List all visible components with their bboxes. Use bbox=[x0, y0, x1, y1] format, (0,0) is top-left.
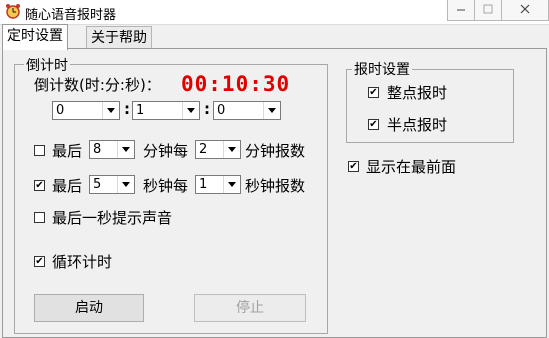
start-button[interactable]: 启动 bbox=[34, 294, 144, 322]
chevron-down-icon bbox=[223, 176, 240, 193]
always-on-top-label: 显示在最前面 bbox=[366, 158, 457, 176]
last-seconds-prefix: 最后 bbox=[52, 177, 83, 195]
time-colon: : bbox=[204, 100, 210, 118]
stop-button[interactable]: 停止 bbox=[194, 294, 306, 322]
second-interval-select[interactable]: 1 bbox=[195, 175, 241, 194]
loop-timer-label: 循环计时 bbox=[52, 253, 113, 271]
last-minutes-middle: 分钟每 bbox=[143, 142, 189, 160]
minutes-select[interactable]: 1 bbox=[132, 101, 200, 120]
countdown-group-label: 倒计时 bbox=[24, 55, 70, 75]
hourly-report-checkbox[interactable]: ✔ bbox=[368, 87, 379, 98]
last-minutes-prefix: 最后 bbox=[52, 142, 83, 160]
time-colon: : bbox=[124, 100, 130, 118]
countdown-label: 倒计数(时:分:秒)： bbox=[34, 76, 161, 94]
maximize-button[interactable] bbox=[474, 0, 502, 21]
tab-strip: 定时设置 关于帮助 bbox=[0, 24, 549, 50]
report-settings-group-label: 报时设置 bbox=[352, 59, 412, 79]
chevron-down-icon bbox=[182, 102, 199, 119]
always-on-top-checkbox[interactable]: ✔ bbox=[348, 161, 359, 172]
alarm-clock-icon bbox=[6, 4, 20, 19]
seconds-select[interactable]: 0 bbox=[213, 101, 281, 120]
minimize-button[interactable] bbox=[447, 0, 475, 21]
last-minutes-select[interactable]: 8 bbox=[89, 140, 135, 159]
countdown-display: 00:10:30 bbox=[181, 72, 291, 96]
hourly-report-label: 整点报时 bbox=[387, 84, 448, 102]
last-second-sound-label: 最后一秒提示声音 bbox=[52, 209, 173, 227]
half-hour-report-label: 半点报时 bbox=[387, 116, 448, 134]
loop-timer-checkbox[interactable]: ✔ bbox=[34, 256, 45, 267]
last-seconds-middle: 秒钟每 bbox=[143, 177, 189, 195]
close-icon bbox=[520, 4, 530, 14]
chevron-down-icon bbox=[263, 102, 280, 119]
tab-timer-settings[interactable]: 定时设置 bbox=[2, 24, 68, 50]
close-button[interactable] bbox=[501, 0, 549, 21]
minimize-icon bbox=[457, 9, 465, 11]
chevron-down-icon bbox=[102, 102, 119, 119]
hours-select[interactable]: 0 bbox=[52, 101, 120, 120]
window-title: 随心语音报时器 bbox=[25, 8, 117, 23]
title-bar: 随心语音报时器 bbox=[0, 0, 549, 25]
last-seconds-suffix: 秒钟报数 bbox=[245, 177, 306, 195]
last-second-sound-checkbox[interactable] bbox=[34, 212, 45, 223]
tab-about-help[interactable]: 关于帮助 bbox=[86, 26, 152, 48]
half-hour-report-checkbox[interactable]: ✔ bbox=[368, 119, 379, 130]
maximize-icon bbox=[483, 4, 493, 14]
last-minutes-checkbox[interactable] bbox=[34, 145, 45, 156]
chevron-down-icon bbox=[223, 141, 240, 158]
last-minutes-suffix: 分钟报数 bbox=[245, 142, 306, 160]
chevron-down-icon bbox=[117, 176, 134, 193]
last-seconds-select[interactable]: 5 bbox=[89, 175, 135, 194]
minute-interval-select[interactable]: 2 bbox=[195, 140, 241, 159]
chevron-down-icon bbox=[117, 141, 134, 158]
last-seconds-checkbox[interactable]: ✔ bbox=[34, 180, 45, 191]
